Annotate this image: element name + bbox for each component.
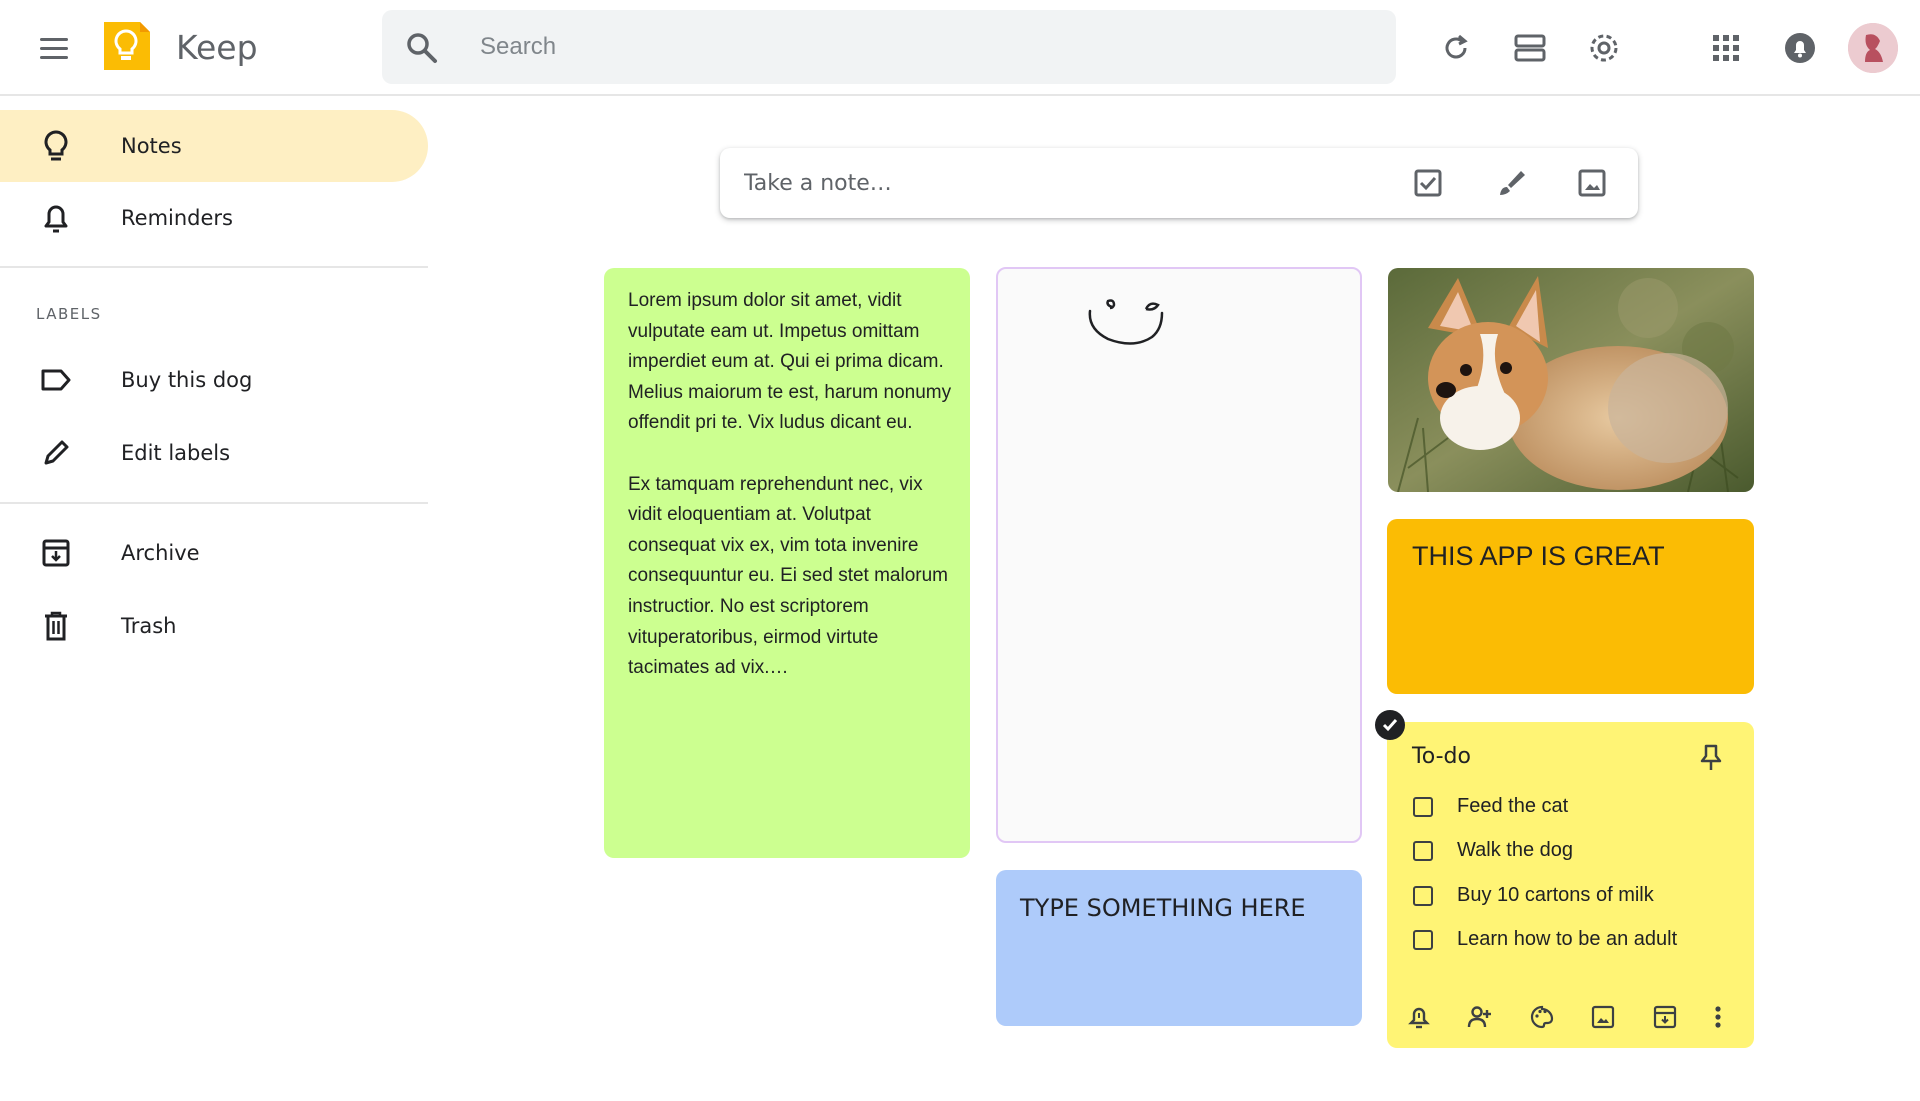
label-icon	[38, 362, 74, 398]
note-title: To-do	[1412, 744, 1471, 769]
sidebar-item-edit-labels[interactable]: Edit labels	[0, 417, 428, 489]
sidebar-item-buy-this-dog[interactable]: Buy this dog	[0, 344, 428, 416]
top-bar: Keep	[0, 0, 1920, 96]
todo-item-label: Feed the cat	[1457, 795, 1569, 817]
refresh-icon[interactable]	[1434, 26, 1478, 70]
note-paragraph: Lorem ipsum dolor sit amet, vidit vulput…	[628, 290, 952, 434]
note-paragraph: Ex tamquam reprehendunt nec, vix vidit e…	[628, 473, 949, 679]
app-name: Keep	[176, 28, 258, 67]
todo-item-label: Learn how to be an adult	[1457, 928, 1678, 950]
todo-checkbox[interactable]	[1413, 930, 1433, 950]
note-lorem[interactable]: Lorem ipsum dolor sit amet, vidit vulput…	[604, 268, 970, 858]
archive-icon	[38, 535, 74, 571]
pin-icon[interactable]	[1693, 740, 1729, 776]
todo-item-label: Walk the dog	[1457, 839, 1573, 861]
todo-checkbox[interactable]	[1413, 886, 1433, 906]
search-input[interactable]	[480, 23, 1340, 71]
search-icon[interactable]	[404, 30, 440, 66]
todo-item-label: Buy 10 cartons of milk	[1457, 884, 1654, 906]
sidebar-divider	[0, 502, 428, 504]
labels-heading: LABELS	[36, 305, 102, 323]
new-drawing-icon[interactable]	[1490, 163, 1530, 203]
note-photo[interactable]	[1388, 268, 1754, 492]
take-note-bar[interactable]	[720, 148, 1638, 218]
remind-icon[interactable]	[1401, 999, 1437, 1035]
note-body: Lorem ipsum dolor sit amet, vidit vulput…	[628, 286, 958, 714]
todo-item: Buy 10 cartons of milk	[1413, 878, 1654, 914]
smiley-drawing	[1088, 299, 1164, 345]
palette-icon[interactable]	[1524, 999, 1560, 1035]
sidebar-item-trash[interactable]: Trash	[0, 590, 428, 662]
more-icon[interactable]	[1700, 999, 1736, 1035]
note-title: TYPE SOMETHING HERE	[1020, 894, 1306, 922]
collaborator-icon[interactable]	[1462, 999, 1498, 1035]
sidebar-item-label: Edit labels	[121, 441, 231, 465]
notifications-icon[interactable]	[1778, 26, 1822, 70]
todo-item: Feed the cat	[1413, 789, 1568, 825]
note-type-something[interactable]: TYPE SOMETHING HERE	[996, 870, 1362, 1026]
sidebar-item-label: Reminders	[121, 206, 233, 230]
note-drawing[interactable]	[996, 267, 1362, 843]
todo-checkbox[interactable]	[1413, 797, 1433, 817]
bell-icon	[38, 200, 74, 236]
sidebar-divider	[0, 266, 428, 268]
sidebar-item-archive[interactable]: Archive	[0, 517, 428, 589]
note-title: THIS APP IS GREAT	[1412, 541, 1665, 571]
sidebar-item-label: Archive	[121, 541, 200, 565]
apps-grid-icon[interactable]	[1704, 26, 1748, 70]
list-view-icon[interactable]	[1508, 26, 1552, 70]
sidebar-item-label: Notes	[121, 134, 182, 158]
sidebar-item-notes[interactable]: Notes	[0, 110, 428, 182]
todo-checkbox[interactable]	[1413, 841, 1433, 861]
sidebar-item-label: Buy this dog	[121, 368, 253, 392]
note-todo[interactable]: To-do Feed the cat Walk the dog Buy 10 c…	[1387, 722, 1754, 1048]
sidebar-item-label: Trash	[121, 614, 177, 638]
account-avatar[interactable]	[1848, 23, 1898, 73]
menu-icon[interactable]	[34, 30, 74, 66]
take-note-input[interactable]	[744, 159, 1344, 207]
new-list-icon[interactable]	[1408, 163, 1448, 203]
keep-logo[interactable]	[100, 20, 152, 72]
archive-icon[interactable]	[1647, 999, 1683, 1035]
corgi-puppy-photo	[1388, 268, 1754, 492]
sidebar-item-reminders[interactable]: Reminders	[0, 182, 428, 254]
trash-icon	[38, 608, 74, 644]
new-image-icon[interactable]	[1572, 163, 1612, 203]
todo-item: Learn how to be an adult	[1413, 922, 1677, 958]
add-image-icon[interactable]	[1585, 999, 1621, 1035]
pencil-icon	[38, 435, 74, 471]
note-app-great[interactable]: THIS APP IS GREAT	[1387, 519, 1754, 694]
todo-item: Walk the dog	[1413, 833, 1573, 869]
lightbulb-icon	[38, 128, 74, 164]
select-note-check-icon[interactable]	[1375, 710, 1405, 740]
settings-icon[interactable]	[1582, 26, 1626, 70]
